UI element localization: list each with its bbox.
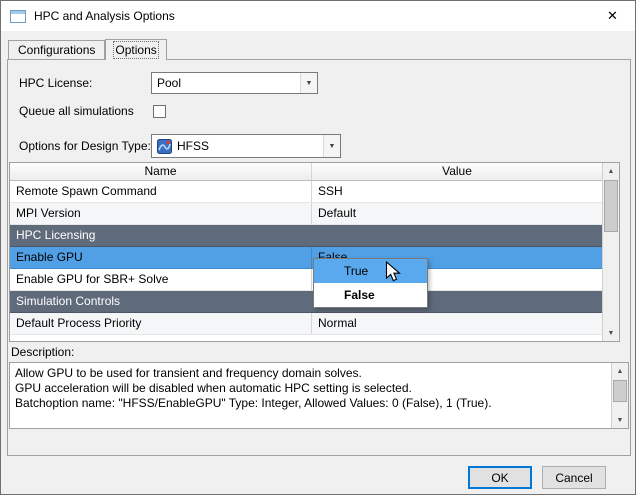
- hpc-license-dropdown[interactable]: Pool ▼: [151, 72, 318, 94]
- row-default-process-priority[interactable]: Default Process Priority Normal: [10, 313, 602, 335]
- scroll-up-button[interactable]: ▲: [612, 363, 628, 379]
- popup-item-true[interactable]: True: [314, 259, 427, 283]
- scroll-down-button[interactable]: ▼: [603, 325, 619, 341]
- hpc-license-label: HPC License:: [19, 72, 92, 94]
- description-box: Allow GPU to be used for transient and f…: [9, 362, 629, 429]
- scrollbar-thumb[interactable]: [613, 380, 627, 402]
- row-remote-spawn-command[interactable]: Remote Spawn Command SSH: [10, 181, 602, 203]
- row-name: MPI Version: [10, 203, 312, 224]
- design-type-label: Options for Design Type:: [19, 135, 151, 157]
- queue-all-simulations-label: Queue all simulations: [19, 100, 134, 122]
- description-label: Description:: [11, 343, 74, 361]
- row-name: Enable GPU for SBR+ Solve: [10, 269, 312, 290]
- description-line: GPU acceleration will be disabled when a…: [15, 381, 608, 396]
- chevron-down-icon: ▼: [300, 73, 317, 93]
- close-icon: ✕: [607, 8, 618, 24]
- ok-button[interactable]: OK: [468, 466, 532, 489]
- row-name: Default Process Priority: [10, 313, 312, 334]
- tab-configurations-label: Configurations: [18, 43, 95, 57]
- row-enable-gpu[interactable]: Enable GPU False: [10, 247, 602, 269]
- hfss-icon: [157, 139, 172, 154]
- tab-configurations[interactable]: Configurations: [8, 40, 105, 59]
- row-value: Default: [312, 203, 602, 224]
- chevron-down-icon: ▼: [323, 135, 340, 157]
- row-value: Normal: [312, 313, 602, 334]
- titlebar: HPC and Analysis Options ✕: [1, 1, 635, 31]
- row-section-hpc-licensing[interactable]: HPC Licensing: [10, 225, 602, 247]
- row-name: Remote Spawn Command: [10, 181, 312, 202]
- column-header-name[interactable]: Name: [10, 163, 312, 180]
- scroll-up-icon: ▲: [608, 168, 615, 175]
- description-line: Batchoption name: "HFSS/EnableGPU" Type:…: [15, 396, 608, 411]
- tab-options[interactable]: Options: [105, 39, 166, 60]
- hpc-analysis-options-dialog: HPC and Analysis Options ✕ Configuration…: [0, 0, 636, 495]
- row-section-simulation-controls[interactable]: Simulation Controls: [10, 291, 602, 313]
- row-enable-gpu-sbr-solve[interactable]: Enable GPU for SBR+ Solve: [10, 269, 602, 291]
- grid-scrollbar[interactable]: ▲ ▼: [602, 163, 619, 341]
- row-name: Simulation Controls: [10, 291, 312, 312]
- queue-all-simulations-checkbox[interactable]: [153, 105, 166, 118]
- dialog-title: HPC and Analysis Options: [34, 9, 175, 23]
- popup-item-false[interactable]: False: [314, 283, 427, 307]
- column-header-value[interactable]: Value: [312, 163, 602, 180]
- enable-gpu-value-popup: True False: [313, 258, 428, 308]
- grid-header: Name Value: [10, 163, 602, 181]
- description-line: Allow GPU to be used for transient and f…: [15, 366, 608, 381]
- tab-strip: Configurations Options: [8, 39, 167, 60]
- row-name: Enable GPU: [10, 247, 312, 268]
- scroll-up-icon: ▲: [617, 368, 624, 375]
- tab-options-label: Options: [115, 43, 156, 57]
- scroll-down-button[interactable]: ▼: [612, 412, 628, 428]
- scroll-down-icon: ▼: [617, 417, 624, 424]
- cancel-button[interactable]: Cancel: [542, 466, 606, 489]
- design-type-value: HFSS: [177, 139, 209, 153]
- scroll-down-icon: ▼: [608, 330, 615, 337]
- mouse-cursor-icon: [385, 261, 402, 284]
- row-value: [312, 225, 602, 246]
- app-icon: [10, 10, 26, 23]
- grid-body: Name Value Remote Spawn Command SSH MPI …: [10, 163, 602, 341]
- row-name: HPC Licensing: [10, 225, 312, 246]
- description-text: Allow GPU to be used for transient and f…: [15, 366, 608, 411]
- design-type-dropdown[interactable]: HFSS ▼: [151, 134, 341, 158]
- scrollbar-thumb[interactable]: [604, 180, 618, 232]
- row-value: SSH: [312, 181, 602, 202]
- close-button[interactable]: ✕: [590, 1, 635, 31]
- hpc-license-value: Pool: [157, 76, 181, 90]
- scroll-up-button[interactable]: ▲: [603, 163, 619, 179]
- row-mpi-version[interactable]: MPI Version Default: [10, 203, 602, 225]
- options-property-grid: Name Value Remote Spawn Command SSH MPI …: [9, 162, 620, 342]
- description-scrollbar[interactable]: ▲ ▼: [611, 363, 628, 428]
